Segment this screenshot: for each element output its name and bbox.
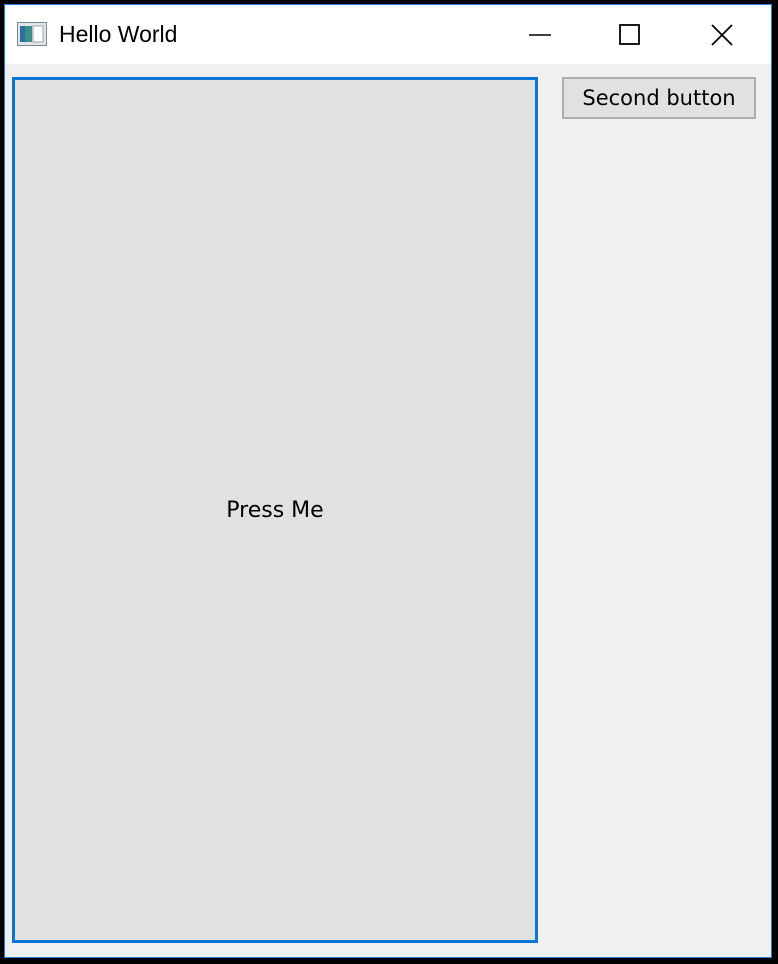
maximize-button[interactable] [585, 5, 675, 64]
second-button[interactable]: Second button [562, 77, 756, 119]
press-me-label: Press Me [226, 497, 324, 523]
second-button-label: Second button [582, 86, 736, 110]
close-icon [710, 23, 734, 47]
minimize-icon [528, 23, 552, 47]
title-bar[interactable]: Hello World [5, 5, 771, 64]
window-title: Hello World [59, 21, 178, 47]
minimize-button[interactable] [495, 5, 585, 64]
close-button[interactable] [677, 5, 767, 64]
app-window: Hello World Press Me Second button [4, 4, 772, 958]
press-me-button[interactable]: Press Me [12, 77, 538, 943]
maximize-icon [618, 23, 642, 47]
app-window-icon [17, 22, 47, 46]
